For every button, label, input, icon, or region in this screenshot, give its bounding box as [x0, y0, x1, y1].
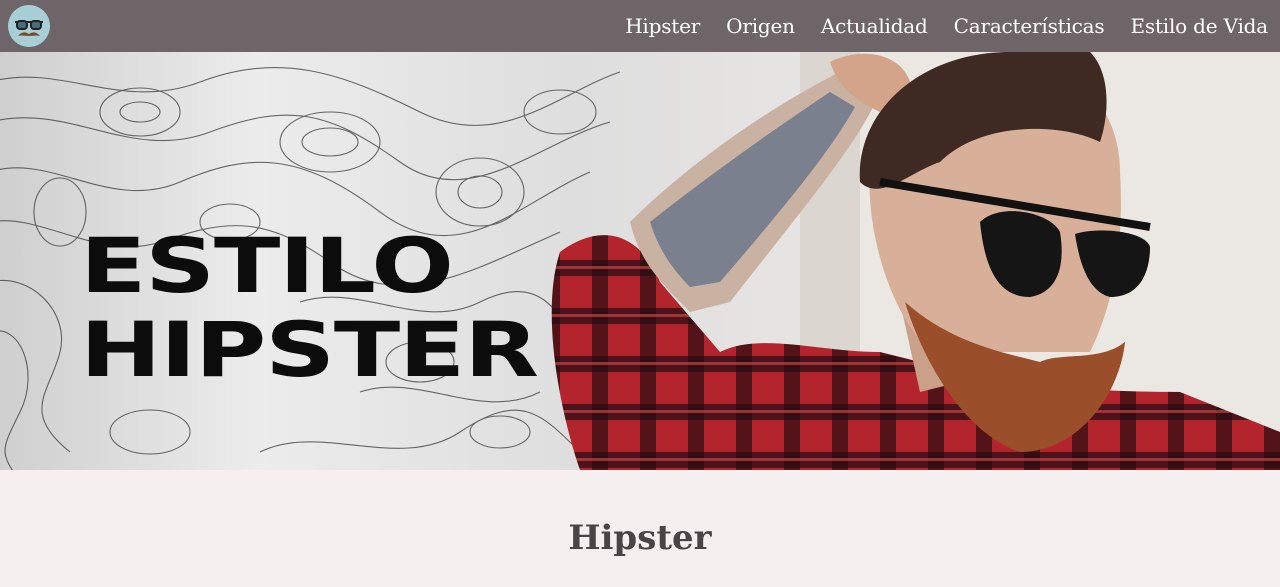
- nav-link-caracteristicas[interactable]: Características: [954, 14, 1105, 38]
- navbar: Hipster Origen Actualidad Característica…: [0, 0, 1280, 52]
- hero-title-line-1: ESTILO: [80, 221, 454, 310]
- hero-banner: ESTILO HIPSTER: [0, 52, 1280, 470]
- section-title: Hipster: [568, 518, 712, 558]
- nav-link-actualidad[interactable]: Actualidad: [821, 14, 928, 38]
- nav-link-origen[interactable]: Origen: [726, 14, 795, 38]
- hipster-logo-icon[interactable]: [8, 5, 50, 47]
- nav-link-hipster[interactable]: Hipster: [625, 14, 700, 38]
- nav-menu: Hipster Origen Actualidad Característica…: [625, 14, 1268, 38]
- nav-link-estilo-de-vida[interactable]: Estilo de Vida: [1130, 14, 1268, 38]
- hero-title-line-2: HIPSTER: [80, 305, 539, 394]
- hero-title: ESTILO HIPSTER: [80, 221, 539, 394]
